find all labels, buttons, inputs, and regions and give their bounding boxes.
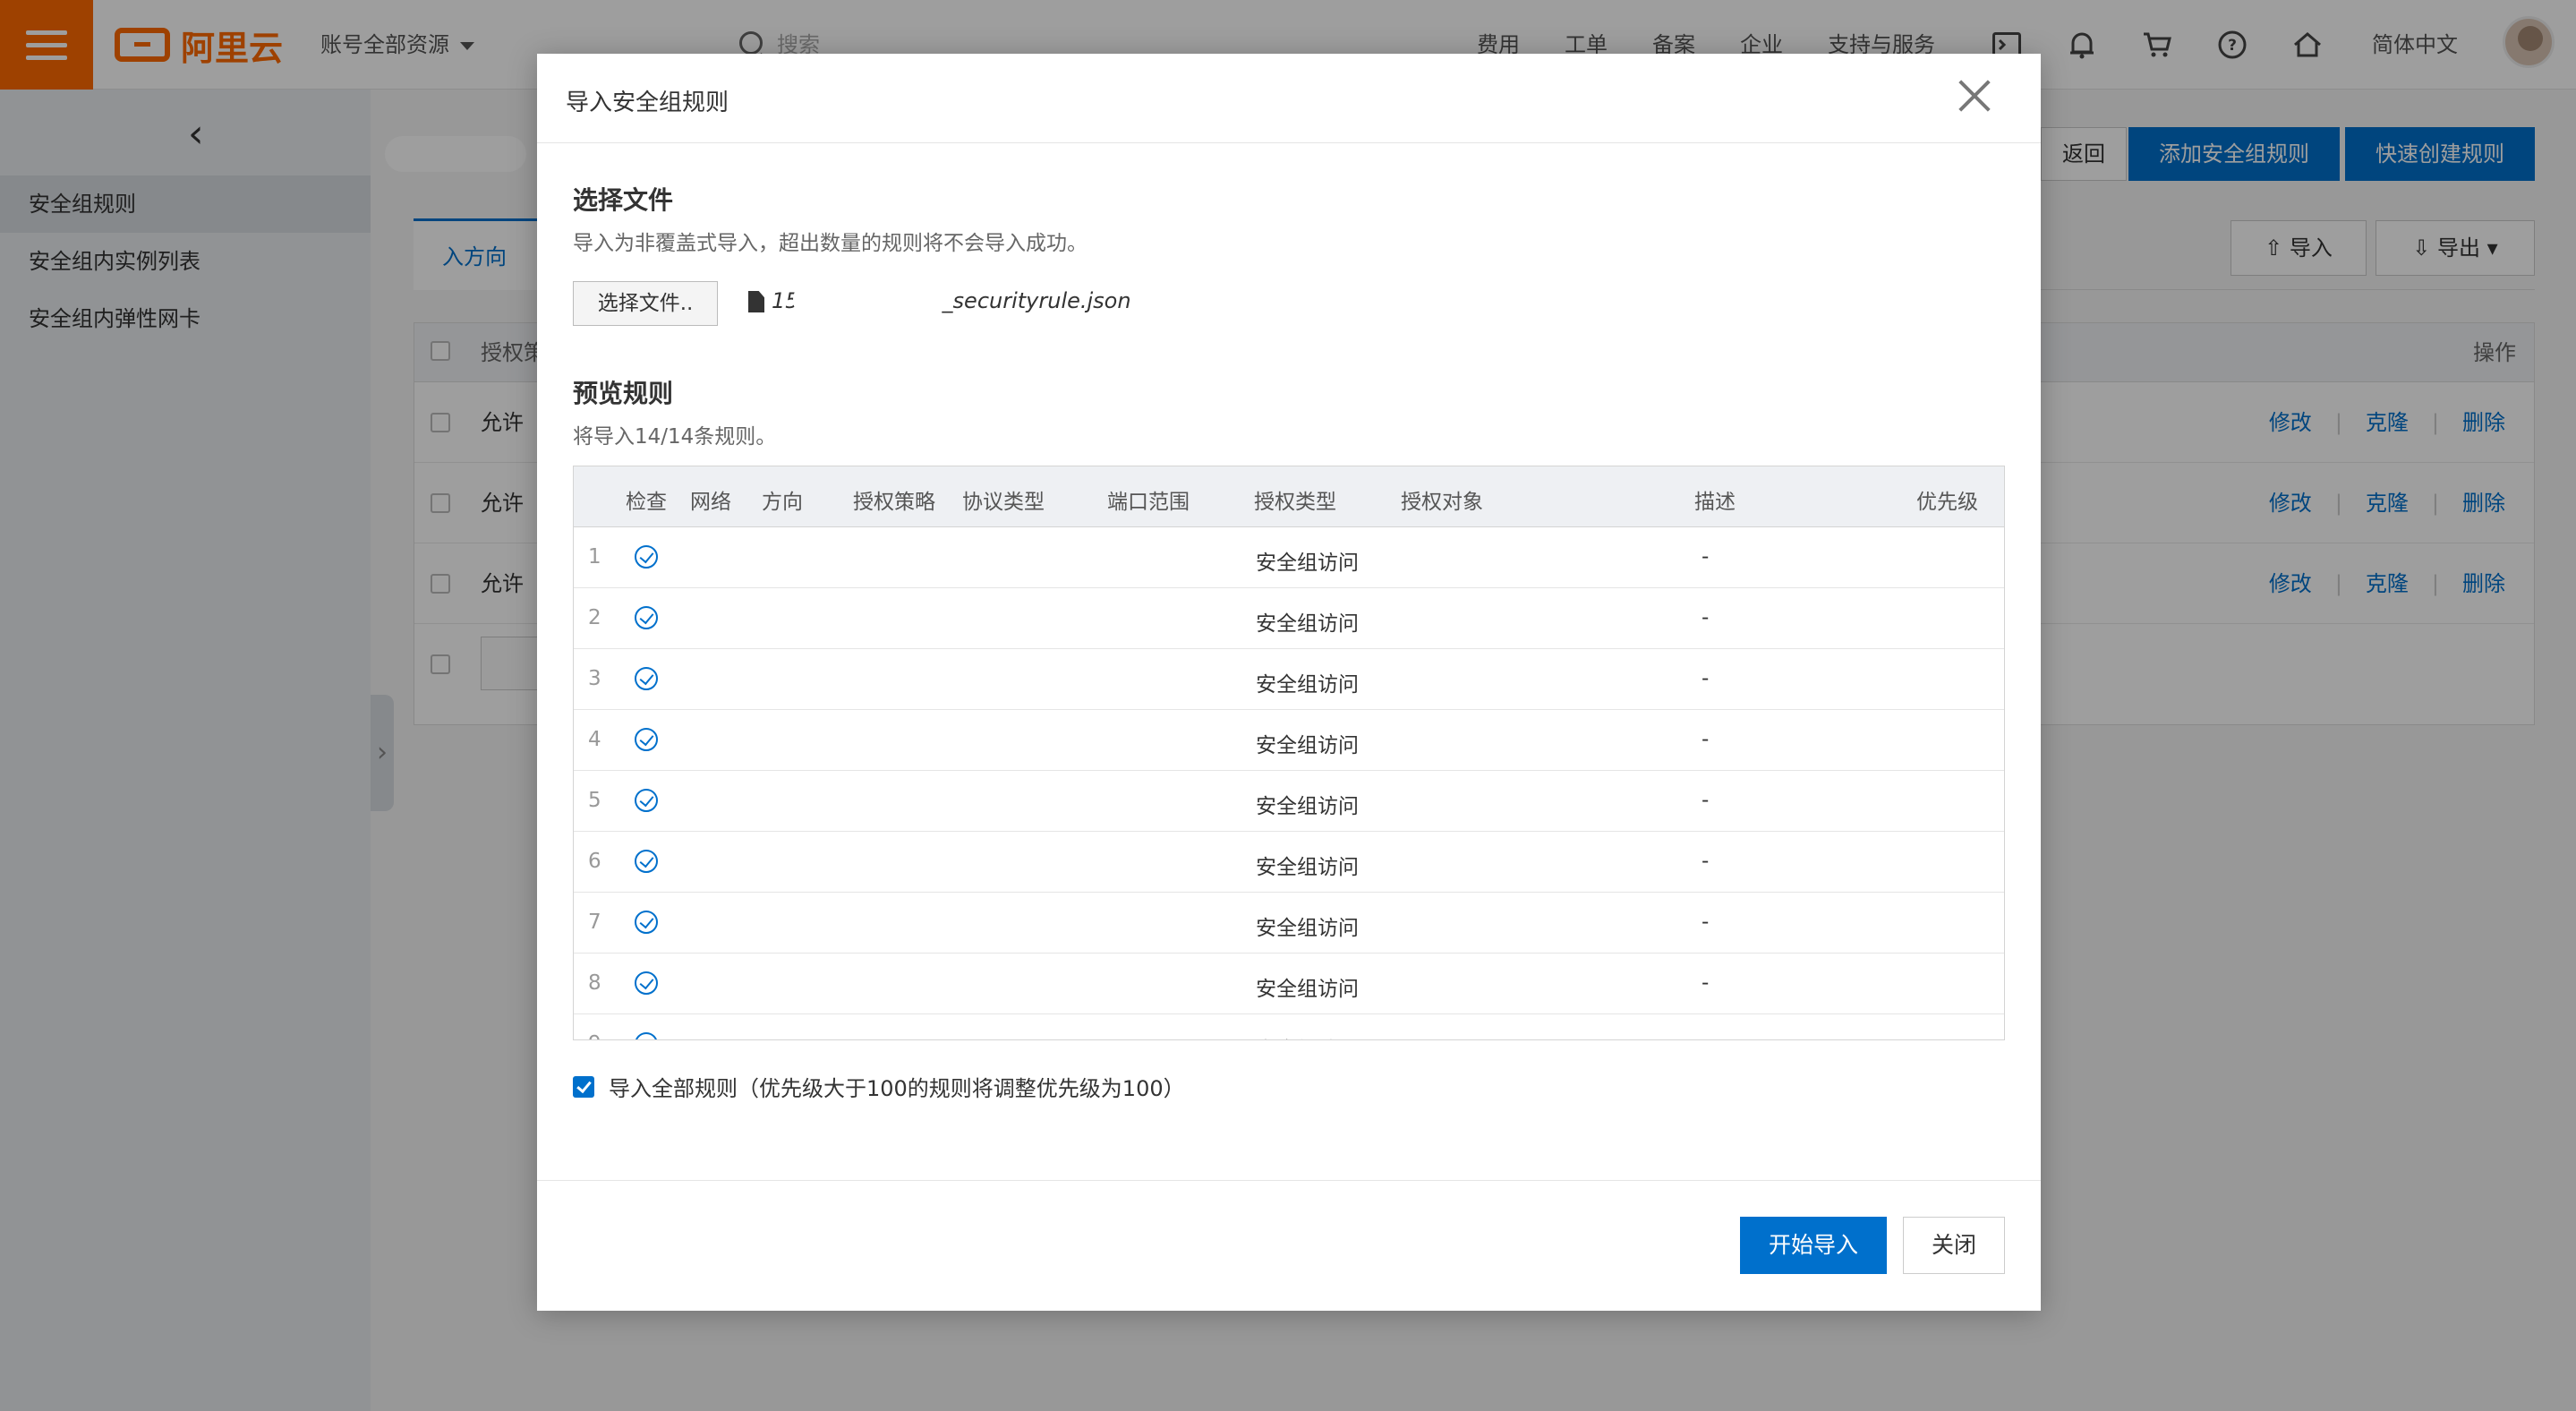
redacted-file-id [795,281,936,319]
preview-summary: 将导入14/14条规则。 [573,425,777,449]
row-auth-type: 安全组访问 [1256,1032,1359,1039]
row-index: 7 [588,911,601,934]
col-priority: 优先级 [1916,491,1978,514]
row-index: 5 [588,789,601,812]
check-passed-icon [635,911,658,934]
import-rules-dialog: 导入安全组规则 选择文件 导入为非覆盖式导入，超出数量的规则将不会导入成功。 选… [537,54,2041,1311]
dialog-title: 导入安全组规则 [566,90,729,116]
row-description: - [1702,728,1710,751]
preview-row: 9 安全组访问 - [574,1014,2004,1039]
col-check: 检查 [626,491,667,514]
row-auth-type: 安全组访问 [1256,734,1359,757]
row-auth-type: 安全组访问 [1256,795,1359,818]
preview-row: 4 安全组访问 - [574,710,2004,771]
check-passed-icon [635,1032,658,1039]
check-passed-icon [635,728,658,751]
col-auth-type: 授权类型 [1254,491,1336,514]
preview-row: 3 安全组访问 - [574,649,2004,710]
row-index: 2 [588,606,601,629]
check-passed-icon [635,850,658,873]
row-description: - [1702,545,1710,569]
row-description: - [1702,606,1710,629]
row-auth-type: 安全组访问 [1256,552,1359,575]
col-description: 描述 [1694,491,1736,514]
import-all-label: 导入全部规则（优先级大于100的规则将调整优先级为100） [609,1076,1185,1101]
start-import-button[interactable]: 开始导入 [1740,1217,1887,1274]
row-description: - [1702,667,1710,690]
row-index: 3 [588,667,601,690]
row-auth-type: 安全组访问 [1256,856,1359,879]
check-passed-icon [635,667,658,690]
choose-file-button[interactable]: 选择文件.. [573,281,718,326]
select-file-heading: 选择文件 [573,185,674,215]
col-auth-object: 授权对象 [1401,491,1483,514]
checkbox-checked-icon [573,1075,594,1098]
preview-row: 5 安全组访问 - [574,771,2004,832]
col-auth-policy: 授权策略 [853,491,935,514]
import-all-checkbox[interactable]: 导入全部规则（优先级大于100的规则将调整优先级为100） [573,1071,1185,1102]
preview-row: 8 安全组访问 - [574,953,2004,1014]
col-network: 网络 [690,491,731,514]
preview-table[interactable]: 检查 网络 方向 授权策略 协议类型 端口范围 授权类型 授权对象 描述 优先级… [573,466,2005,1040]
row-description: - [1702,971,1710,995]
dialog-header: 导入安全组规则 [537,54,2041,143]
row-auth-type: 安全组访问 [1256,612,1359,636]
preview-row: 2 安全组访问 - [574,588,2004,649]
preview-row: 1 安全组访问 - [574,527,2004,588]
row-index: 8 [588,971,601,995]
row-description: - [1702,1032,1709,1039]
check-passed-icon [635,545,658,569]
row-index: 1 [588,545,601,569]
preview-row: 6 安全组访问 - [574,832,2004,893]
file-icon [748,291,764,312]
col-port-range: 端口范围 [1107,491,1190,514]
check-passed-icon [635,789,658,812]
col-direction: 方向 [762,491,803,514]
row-index: 6 [588,850,601,873]
select-file-description: 导入为非覆盖式导入，超出数量的规则将不会导入成功。 [573,232,1088,255]
row-auth-type: 安全组访问 [1256,917,1359,940]
row-index: 9 [588,1032,601,1039]
row-auth-type: 安全组访问 [1256,978,1359,1001]
check-passed-icon [635,606,658,629]
row-auth-type: 安全组访问 [1256,673,1359,697]
row-index: 4 [588,728,601,751]
row-description: - [1702,911,1710,934]
row-description: - [1702,850,1710,873]
preview-table-header: 检查 网络 方向 授权策略 协议类型 端口范围 授权类型 授权对象 描述 优先级 [574,466,2004,527]
check-passed-icon [635,971,658,995]
dialog-footer: 开始导入 关闭 [537,1180,2041,1311]
row-description: - [1702,789,1710,812]
file-name-suffix: _securityrule.json [942,288,1131,313]
preview-heading: 预览规则 [573,379,674,408]
close-icon[interactable] [1955,75,1994,115]
col-protocol: 协议类型 [962,491,1045,514]
preview-row: 7 安全组访问 - [574,893,2004,953]
close-button[interactable]: 关闭 [1903,1217,2005,1274]
